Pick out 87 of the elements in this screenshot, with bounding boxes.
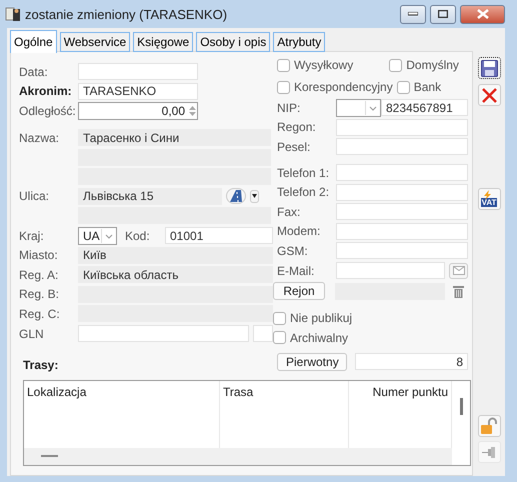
road-button[interactable] [226, 188, 246, 204]
field-label: Miasto: [19, 248, 59, 262]
vat-button[interactable]: VAT [478, 188, 500, 210]
app-icon [5, 6, 21, 22]
spinner-icon [188, 104, 197, 118]
text-field[interactable] [336, 184, 468, 201]
save-button[interactable] [478, 57, 500, 79]
checkbox-label: Archiwalny [290, 330, 348, 345]
field-label: Modem: [277, 224, 322, 238]
field-label: Nazwa: [19, 130, 60, 145]
field-label: Telefon 1: [277, 166, 330, 180]
field-label: NIP: [277, 100, 302, 115]
text-field[interactable] [336, 118, 468, 136]
field-label: GLN [19, 326, 45, 341]
date-field[interactable] [78, 63, 198, 80]
gln-field[interactable] [78, 325, 249, 342]
email-field[interactable] [336, 262, 445, 280]
count-field: 8 [355, 353, 468, 370]
maximize-button[interactable] [430, 4, 456, 24]
tab[interactable]: Osoby i opis [196, 32, 270, 52]
pin-icon [482, 446, 496, 458]
text-field[interactable] [336, 164, 468, 182]
distance-field[interactable]: 0,00 [78, 102, 198, 120]
field-label: Reg. B: [19, 287, 60, 302]
field-label: Kraj: [19, 228, 45, 243]
field-label: Reg. A: [19, 268, 60, 282]
field-label: Reg. C: [19, 306, 61, 321]
unlock-button[interactable] [478, 415, 500, 437]
text-field[interactable] [336, 242, 468, 260]
region-field[interactable] [78, 286, 273, 303]
text-field[interactable] [336, 138, 468, 156]
envelope-icon[interactable] [449, 262, 468, 279]
scrollbar-thumb[interactable] [460, 398, 462, 415]
text-field[interactable] [336, 203, 468, 220]
gln-suffix-field[interactable] [253, 325, 273, 342]
routes-label: Trasy: [23, 358, 60, 372]
checkbox[interactable] [277, 58, 290, 72]
checkbox-label: Bank [414, 80, 442, 94]
maximize-icon [438, 10, 448, 18]
checkbox-label: Wysyłkowy [294, 58, 354, 72]
field-label: Regon: [277, 120, 317, 134]
field-label: GSM: [277, 244, 309, 258]
tab[interactable]: Atrybuty [273, 32, 326, 52]
nip-prefix-combo[interactable] [336, 98, 381, 117]
tab[interactable]: Księgowe [133, 32, 194, 52]
field-label: Kod: [124, 228, 151, 243]
primary-button[interactable]: Pierwotny [277, 352, 347, 371]
tab[interactable]: Ogólne [10, 30, 57, 53]
field-label: Data: [19, 64, 49, 79]
close-icon [476, 9, 488, 19]
checkbox[interactable] [277, 80, 290, 94]
minimize-button[interactable] [400, 4, 426, 24]
caret-icon [252, 194, 257, 198]
postal-code-field[interactable]: 01001 [165, 227, 273, 244]
pin-button[interactable] [478, 441, 500, 463]
lightning-icon [482, 190, 492, 200]
dropdown-button[interactable] [250, 190, 259, 203]
region-field[interactable]: Київ [78, 246, 273, 264]
field-label: Telefon 2: [277, 185, 330, 200]
field-label: Fax: [277, 204, 302, 219]
checkbox[interactable] [273, 312, 286, 325]
acronym-field[interactable]: TARASENKO [78, 82, 198, 100]
close-button[interactable] [460, 4, 505, 24]
field-label: Odległość: [19, 104, 74, 118]
field-label: Pesel: [277, 140, 312, 154]
street-field[interactable]: Львівська 15 [78, 188, 222, 205]
scrollbar-thumb[interactable] [41, 455, 58, 458]
name-field[interactable]: Тарасенко і Сини [78, 129, 271, 146]
minimize-icon [408, 12, 418, 16]
cancel-button[interactable] [478, 84, 500, 106]
checkbox[interactable] [396, 80, 410, 94]
checkbox-label: Domyślny [406, 58, 459, 72]
region-field[interactable] [78, 305, 273, 322]
field-label: Akronim: [19, 84, 73, 98]
field-label: E-Mail: [277, 264, 316, 278]
window-title: zostanie zmieniony (TARASENKO) [25, 6, 228, 22]
rejon-button[interactable]: Rejon [273, 282, 325, 300]
field-label: Ulica: [19, 189, 50, 204]
checkbox-label: Nie publikuj [290, 311, 352, 326]
checkbox[interactable] [389, 58, 402, 72]
checkbox-label: Korespondencyjny [294, 80, 393, 94]
text-field[interactable] [336, 222, 468, 240]
checkbox[interactable] [273, 331, 286, 344]
country-combo[interactable]: UA [78, 226, 117, 245]
nip-field[interactable]: 8234567891 [381, 99, 468, 116]
region-field[interactable]: Київська область [78, 266, 273, 284]
tab[interactable]: Webservice [60, 32, 130, 52]
